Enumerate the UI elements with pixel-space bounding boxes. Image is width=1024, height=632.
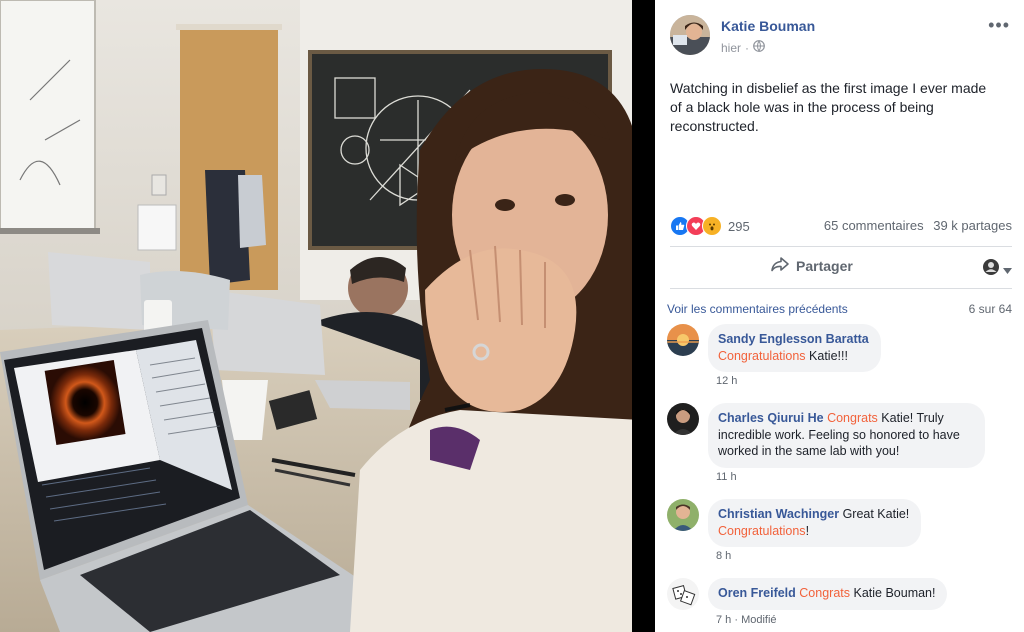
comments-header: Voir les commentaires précédents 6 sur 6…: [667, 302, 1012, 316]
chevron-down-icon: [1003, 261, 1012, 279]
post-meta: hier ·: [721, 40, 765, 55]
commenter-avatar[interactable]: [667, 324, 699, 356]
comment-hashtag-highlight[interactable]: Congrats: [799, 586, 850, 600]
comments-progress-count: 6 sur 64: [968, 302, 1012, 316]
reactions-summary[interactable]: 295: [670, 216, 750, 236]
author-name[interactable]: Katie Bouman: [721, 18, 815, 34]
commenter-avatar[interactable]: [667, 578, 699, 610]
post-header: Katie Bouman hier · •••: [670, 15, 1010, 59]
post-time[interactable]: hier: [721, 41, 741, 55]
comment-text: Katie!!!: [805, 348, 848, 363]
commenter-name[interactable]: Sandy Englesson Baratta: [718, 332, 869, 346]
commenter-name[interactable]: Charles Qiurui He: [718, 411, 824, 425]
comment-bubble: Charles Qiurui He Congrats Katie! Truly …: [708, 403, 985, 468]
commenter-avatar[interactable]: [667, 499, 699, 531]
meta-separator: ·: [745, 40, 750, 55]
wow-reaction-icon: [702, 216, 722, 236]
comment-time[interactable]: 12 h: [716, 375, 737, 387]
comment-time-row: 7 h · Modifié: [716, 614, 777, 626]
share-arrow-icon: [770, 256, 790, 275]
view-previous-comments-link[interactable]: Voir les commentaires précédents: [667, 302, 848, 316]
shares-count[interactable]: 39 k partages: [933, 218, 1012, 233]
comment-time[interactable]: 11 h: [716, 471, 737, 483]
comment-bubble: Christian Wachinger Great Katie! Congrat…: [708, 499, 922, 547]
comment-bubble: Oren Freifeld Congrats Katie Bouman!: [708, 578, 948, 610]
post-panel: Katie Bouman hier · ••• Watching in disb…: [655, 0, 1024, 632]
comment-bubble: Sandy Englesson Baratta Congratulations …: [708, 324, 881, 372]
photo-illustration: [0, 0, 655, 632]
comments-count[interactable]: 65 commentaires: [824, 218, 924, 233]
comment-hashtag-highlight[interactable]: Congrats: [827, 411, 878, 425]
stats-divider: [670, 246, 1012, 247]
author-avatar[interactable]: [670, 15, 710, 55]
action-bar: Partager: [670, 252, 1012, 282]
audience-selector[interactable]: [982, 258, 1012, 281]
comment-hashtag-highlight[interactable]: Congratulations: [718, 524, 806, 538]
commenter-name[interactable]: Oren Freifeld: [718, 586, 796, 600]
reaction-count: 295: [728, 218, 750, 234]
more-options-icon[interactable]: •••: [988, 15, 1010, 36]
engagement-counts: 65 commentaires 39 k partages: [818, 218, 1012, 233]
comment-text: !: [805, 523, 810, 538]
share-label: Partager: [796, 257, 853, 274]
commenter-avatar[interactable]: [667, 403, 699, 435]
actions-divider: [670, 288, 1012, 289]
comment-hashtag-highlight[interactable]: Congratulations: [718, 349, 806, 363]
comment-time[interactable]: 7 h: [716, 614, 731, 626]
commenter-name[interactable]: Christian Wachinger: [718, 507, 839, 521]
comment-text-before: Great Katie!: [839, 507, 910, 521]
post-stats: 295 65 commentaires 39 k partages: [670, 216, 1012, 236]
profile-audience-icon: [982, 258, 1000, 281]
post-photo[interactable]: [0, 0, 655, 632]
comment-time[interactable]: 8 h: [716, 550, 731, 562]
share-button[interactable]: Partager: [770, 256, 853, 275]
post-text: Watching in disbelief as the first image…: [670, 80, 987, 134]
edited-label[interactable]: Modifié: [741, 614, 776, 626]
comment-text: Katie Bouman!: [850, 586, 936, 600]
globe-icon[interactable]: [753, 40, 765, 55]
comments-section: Voir les commentaires précédents 6 sur 6…: [655, 290, 1024, 632]
